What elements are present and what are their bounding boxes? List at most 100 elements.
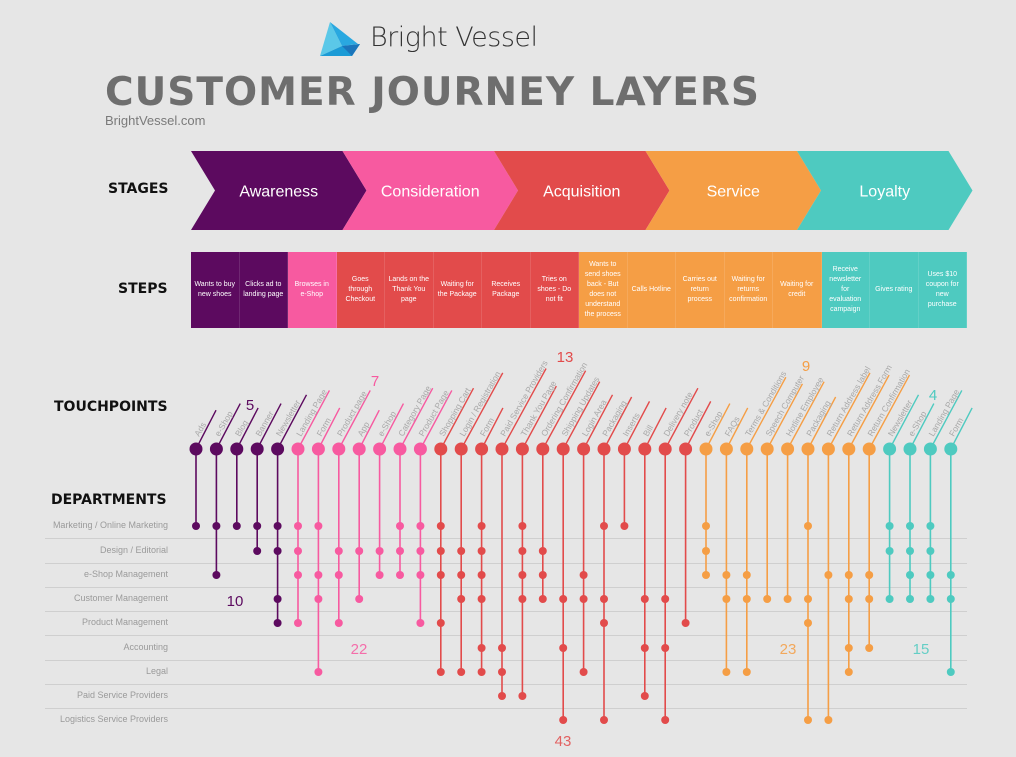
touchpoint-node <box>413 442 427 456</box>
department-link-dot <box>253 522 262 530</box>
department-link-dot <box>436 619 445 627</box>
department-link-dot <box>457 595 466 603</box>
department-link-dot <box>702 571 710 579</box>
department-link-dot <box>232 522 241 530</box>
department-link-dot <box>804 716 812 724</box>
department-link-dot <box>518 547 527 555</box>
department-link-dot <box>926 595 935 603</box>
touchpoint: Login / Registration <box>454 369 504 676</box>
touchpoint-node <box>699 442 713 456</box>
department-link-dot <box>294 547 302 555</box>
department-link-dot <box>355 595 364 603</box>
department-link-dot <box>804 619 812 627</box>
stage-touchpoint-count: 13 <box>557 349 574 366</box>
touchpoint-node <box>862 442 876 456</box>
touchpoint: App <box>352 409 380 603</box>
department-link-dot <box>865 571 874 579</box>
department-link-dot <box>355 547 364 555</box>
department-link-dot <box>273 619 282 627</box>
touchpoint-node <box>617 442 631 456</box>
department-link-dot <box>334 571 343 579</box>
department-link-dot <box>742 668 751 676</box>
department-link-dot <box>375 571 384 579</box>
department-link-dot <box>640 644 649 652</box>
department-link-dot <box>477 571 486 579</box>
touchpoint-node <box>311 442 325 456</box>
stage-touchpoint-count: 9 <box>802 358 810 375</box>
touchpoint-node <box>475 442 489 456</box>
department-link-dot <box>212 571 221 579</box>
department-link-dot <box>212 522 221 530</box>
department-link-dot <box>559 644 568 652</box>
department-link-dot <box>722 668 731 676</box>
department-link-dot <box>192 522 200 530</box>
department-link-dot <box>926 522 935 530</box>
touchpoint-node <box>434 442 448 456</box>
department-link-dot <box>498 692 506 700</box>
department-link-dot <box>600 595 608 603</box>
department-link-dot <box>436 522 445 530</box>
department-link-dot <box>294 619 302 627</box>
touchpoint-node <box>291 442 305 456</box>
department-link-dot <box>722 571 731 579</box>
touchpoint-node <box>189 442 203 456</box>
department-link-dot <box>518 692 527 700</box>
department-link-dot <box>824 571 833 579</box>
touchpoint: Form <box>944 407 973 676</box>
department-link-dot <box>865 595 874 603</box>
touchpoint-node <box>658 442 672 456</box>
department-link-dot <box>416 522 425 530</box>
department-link-dot <box>885 547 894 555</box>
touchpoint-node <box>515 442 529 456</box>
department-link-dot <box>844 644 853 652</box>
department-link-dot <box>253 547 262 555</box>
department-link-dot <box>477 522 486 530</box>
touchpoint-node <box>944 442 958 456</box>
department-link-dot <box>579 668 588 676</box>
department-link-dot <box>314 595 323 603</box>
department-link-dot <box>579 595 588 603</box>
touchpoint-node <box>352 442 366 456</box>
department-link-dot <box>477 547 486 555</box>
department-link-dot <box>722 595 731 603</box>
touchpoint-node <box>883 442 897 456</box>
department-link-dot <box>416 619 425 627</box>
department-link-dot <box>661 644 670 652</box>
department-link-dot <box>946 668 955 676</box>
department-link-dot <box>681 619 690 627</box>
department-link-dot <box>518 522 527 530</box>
department-link-dot <box>477 668 486 676</box>
department-link-dot <box>702 522 710 530</box>
touchpoint-node <box>454 442 468 456</box>
department-link-dot <box>763 595 772 603</box>
department-link-dot <box>498 644 506 652</box>
department-link-dot <box>436 547 445 555</box>
touchpoint: Ads <box>189 409 217 530</box>
touchpoint-label: Ads <box>192 420 208 438</box>
department-link-dot <box>885 522 894 530</box>
department-link-dot <box>559 595 568 603</box>
touchpoint-node <box>332 442 346 456</box>
department-link-dot <box>538 547 547 555</box>
department-link-dot <box>396 571 404 579</box>
department-link-dot <box>538 571 547 579</box>
department-link-dot <box>742 595 751 603</box>
touchpoint-label: Bill <box>641 423 655 438</box>
stage-link-total: 43 <box>555 733 572 750</box>
touchpoint-node <box>230 442 244 456</box>
department-link-dot <box>579 571 588 579</box>
department-link-dot <box>600 522 608 530</box>
touchpoint-node <box>597 442 611 456</box>
department-link-dot <box>416 571 425 579</box>
department-link-dot <box>885 595 894 603</box>
touchpoint-node <box>393 442 407 456</box>
department-link-dot <box>436 571 445 579</box>
department-link-dot <box>926 547 935 555</box>
department-link-dot <box>314 522 323 530</box>
stage-touchpoint-count: 4 <box>929 387 937 404</box>
department-link-dot <box>314 668 323 676</box>
touchpoint-label: Inserts <box>620 411 641 438</box>
touchpoint-node <box>679 442 693 456</box>
department-link-dot <box>742 571 751 579</box>
department-link-dot <box>477 595 486 603</box>
